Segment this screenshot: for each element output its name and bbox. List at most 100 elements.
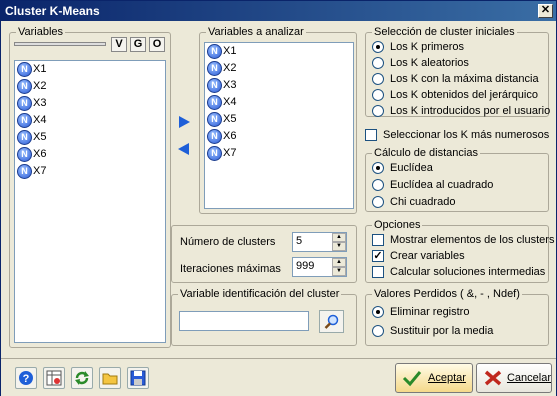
numeric-variable-icon: N [207,78,222,93]
iterations-spin-buttons: ▲ ▼ [332,258,346,276]
initial-cluster-option[interactable]: Los K introducidos por el usuario [372,103,550,119]
filter-o-button[interactable]: O [149,37,165,52]
options-button[interactable] [43,367,65,389]
missing-option[interactable]: Sustituir por la media [372,323,493,339]
distance-group: Cálculo de distancias Euclídea Euclídea a… [365,147,549,212]
list-item[interactable]: N X1 [205,43,353,60]
floppy-disk-icon [130,370,146,386]
option-checkbox-row[interactable]: ✓ Crear variables [372,248,465,264]
variables-listbox[interactable]: N X1 N X2 N X3 N X4 N X5 N X6 N X7 [14,60,166,343]
num-clusters-spinner[interactable]: 5 ▲ ▼ [292,232,347,252]
missing-values-group: Valores Perdidos ( &, - , Ndef) Eliminar… [365,288,549,346]
list-item[interactable]: N X4 [205,94,353,111]
numeric-variable-icon: N [207,61,222,76]
list-item[interactable]: N X1 [15,61,165,78]
list-item[interactable]: N X5 [205,111,353,128]
magnifier-icon [324,314,338,329]
list-item[interactable]: N X3 [15,95,165,112]
checkmark-icon [402,371,422,387]
search-variable-button[interactable] [319,310,344,333]
distance-option[interactable]: Euclídea [372,160,433,176]
distance-option[interactable]: Chi cuadrado [372,194,455,210]
numeric-variable-icon: N [17,130,32,145]
list-item-label: X6 [223,130,237,142]
iterations-down-icon[interactable]: ▼ [332,267,346,276]
num-clusters-down-icon[interactable]: ▼ [332,242,346,251]
numeric-variable-icon: N [207,44,222,59]
list-item[interactable]: N X7 [205,145,353,162]
svg-text:?: ? [23,373,30,385]
accept-button[interactable]: Aceptar [395,363,473,393]
option-checkbox-row[interactable]: Mostrar elementos de los clusters [372,232,554,248]
list-item-label: X3 [33,97,47,109]
num-clusters-up-icon[interactable]: ▲ [332,233,346,242]
numeric-variable-icon: N [207,112,222,127]
initial-cluster-radio[interactable] [372,89,384,101]
distance-option[interactable]: Euclídea al cuadrado [372,177,493,193]
iterations-value: 999 [296,260,315,272]
list-item-label: X2 [33,80,47,92]
params-group: Número de clusters 5 ▲ ▼ Iteraciones máx… [171,225,357,283]
list-item[interactable]: N X7 [15,163,165,180]
cancel-label: Cancelar [506,372,551,384]
initial-cluster-label: Los K obtenidos del jerárquico [390,89,538,101]
missing-option[interactable]: Eliminar registro [372,304,469,320]
option-checkbox-row[interactable]: Calcular soluciones intermedias [372,264,545,280]
window-title: Cluster K-Means [5,4,100,18]
select-most-checkbox[interactable] [365,129,377,141]
initial-cluster-radio[interactable] [372,105,384,117]
close-button[interactable]: ✕ [538,4,553,18]
distance-label: Euclídea [390,162,433,174]
move-right-button[interactable] [173,112,195,132]
bottom-toolbar: ? Aceptar Cancelar [1,358,556,396]
option-checkbox[interactable] [372,266,384,278]
filter-g-button[interactable]: G [130,37,146,52]
list-item[interactable]: N X2 [15,78,165,95]
iterations-label: Iteraciones máximas [180,263,281,275]
initial-cluster-option[interactable]: Los K primeros [372,39,464,55]
list-item[interactable]: N X6 [205,128,353,145]
list-item[interactable]: N X5 [15,129,165,146]
analyze-listbox[interactable]: N X1 N X2 N X3 N X4 N X5 N X6 N X7 [204,42,354,209]
variables-group-title: Variables [16,26,66,38]
initial-cluster-option[interactable]: Los K aleatorios [372,55,469,71]
list-item[interactable]: N X6 [15,146,165,163]
list-item-label: X4 [33,114,47,126]
initial-cluster-label: Los K aleatorios [390,57,469,69]
filter-slider[interactable] [14,42,106,46]
move-left-button[interactable] [173,139,195,159]
option-checkbox[interactable] [372,234,384,246]
distance-radio[interactable] [372,179,384,191]
save-button[interactable] [127,367,149,389]
select-most-checkbox-row[interactable]: Seleccionar los K más numerosos [365,127,549,143]
numeric-variable-icon: N [17,164,32,179]
id-variable-input[interactable] [179,311,309,331]
list-item[interactable]: N X3 [205,77,353,94]
distance-radio[interactable] [372,196,384,208]
initial-cluster-label: Los K con la máxima distancia [390,73,539,85]
open-folder-button[interactable] [99,367,121,389]
refresh-button[interactable] [71,367,93,389]
missing-radio[interactable] [372,306,384,318]
numeric-variable-icon: N [17,147,32,162]
list-item[interactable]: N X4 [15,112,165,129]
initial-cluster-radio[interactable] [372,73,384,85]
missing-label: Eliminar registro [390,306,470,318]
option-checkbox[interactable]: ✓ [372,250,384,262]
initial-cluster-option[interactable]: Los K con la máxima distancia [372,71,539,87]
missing-radio[interactable] [372,325,384,337]
cancel-button[interactable]: Cancelar [476,363,552,393]
numeric-variable-icon: N [17,79,32,94]
iterations-spinner[interactable]: 999 ▲ ▼ [292,257,347,277]
filter-v-button[interactable]: V [111,37,127,52]
list-item[interactable]: N X2 [205,60,353,77]
initial-cluster-option[interactable]: Los K obtenidos del jerárquico [372,87,538,103]
initial-cluster-radio[interactable] [372,57,384,69]
id-variable-group: Variable identificación del cluster [171,288,357,346]
initial-cluster-radio[interactable] [372,41,384,53]
numeric-variable-icon: N [17,96,32,111]
iterations-up-icon[interactable]: ▲ [332,258,346,267]
distance-radio[interactable] [372,162,384,174]
help-button[interactable]: ? [15,367,37,389]
list-item-label: X7 [223,147,237,159]
